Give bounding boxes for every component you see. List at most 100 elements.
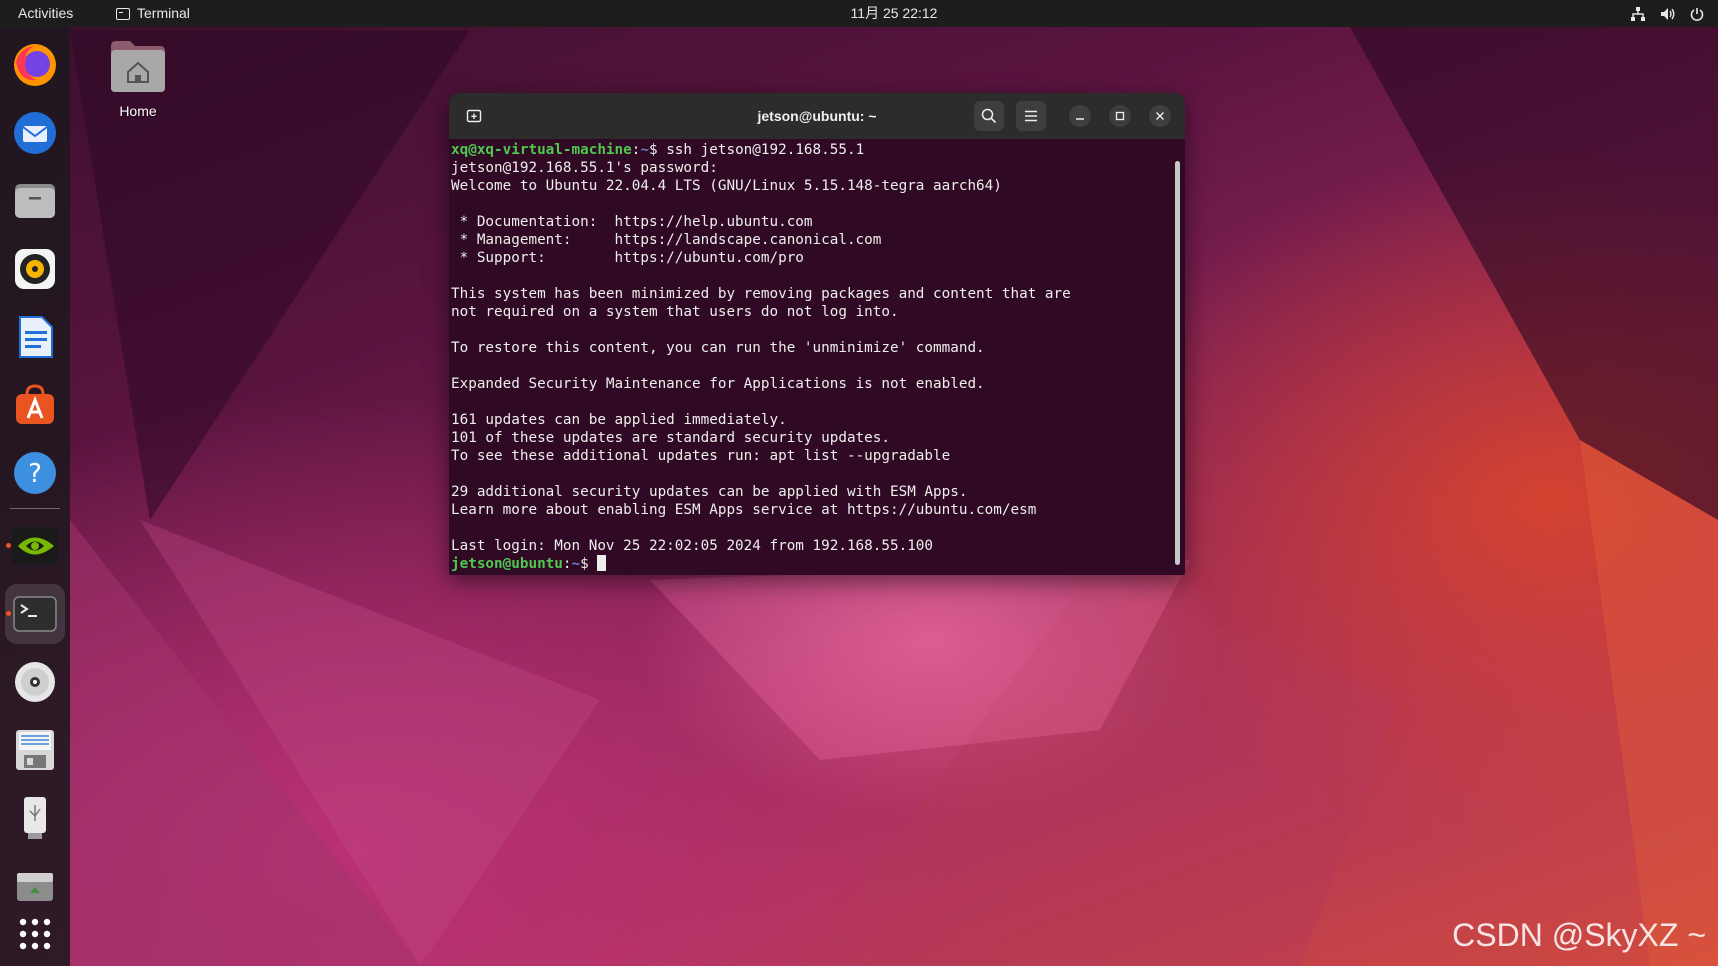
output-text: not required on a system that users do n… [451, 304, 899, 320]
dock: ? [0, 27, 70, 966]
trash-icon [17, 873, 53, 901]
power-icon [1690, 7, 1704, 21]
dock-item-terminal[interactable] [5, 584, 65, 644]
dock-item-show-apps[interactable] [5, 904, 65, 964]
files-icon [15, 184, 55, 218]
home-folder-icon [111, 41, 165, 92]
terminal-line: Last login: Mon Nov 25 22:02:05 2024 fro… [451, 537, 1163, 555]
cd-drive-icon [15, 662, 55, 702]
close-button[interactable] [1149, 105, 1171, 127]
watermark: CSDN @SkyXZ ~ [1452, 917, 1706, 953]
dock-item-app-center[interactable] [5, 375, 65, 435]
maximize-icon [1115, 111, 1125, 121]
terminal-line: jetson@ubuntu:~$ [451, 555, 1163, 571]
clock[interactable]: 11月 25 22:12 [0, 0, 1718, 27]
minimize-icon [1076, 118, 1084, 120]
terminal-line: * Documentation: https://help.ubuntu.com [451, 213, 1163, 231]
output-text: * Support: https://ubuntu.com/pro [451, 250, 804, 266]
libreoffice-writer-icon [19, 316, 53, 358]
desktop: Activities Terminal 11月 25 22:12 ? Home … [0, 0, 1718, 966]
dock-item-floppy[interactable] [5, 720, 65, 780]
output-text: * Documentation: https://help.ubuntu.com [451, 214, 813, 230]
output-text: Learn more about enabling ESM Apps servi… [451, 502, 1037, 518]
minimize-button[interactable] [1069, 105, 1091, 127]
show-apps-icon [19, 918, 51, 950]
hamburger-menu-button[interactable] [1016, 101, 1046, 131]
usb-drive-icon [24, 797, 46, 839]
maximize-button[interactable] [1109, 105, 1131, 127]
dock-item-rhythmbox[interactable] [5, 239, 65, 299]
terminal-titlebar[interactable]: jetson@ubuntu: ~ [449, 93, 1185, 139]
network-icon [1631, 6, 1645, 21]
terminal-line: Learn more about enabling ESM Apps servi… [451, 501, 1163, 519]
help-icon: ? [14, 452, 56, 494]
rhythmbox-icon [15, 249, 55, 289]
desktop-home-folder[interactable]: Home [98, 38, 178, 119]
hamburger-menu-icon [1025, 110, 1037, 122]
output-text: To restore this content, you can run the… [451, 340, 985, 356]
terminal-line: 161 updates can be applied immediately. [451, 411, 1163, 429]
terminal-line: * Management: https://landscape.canonica… [451, 231, 1163, 249]
output-text: This system has been minimized by removi… [451, 286, 1071, 302]
prompt-user: xq@xq-virtual-machine [451, 142, 632, 158]
running-indicator [6, 611, 11, 616]
volume-icon [1661, 7, 1675, 20]
dock-item-files[interactable] [5, 171, 65, 231]
terminal-line: not required on a system that users do n… [451, 303, 1163, 321]
thunderbird-icon [14, 112, 56, 154]
terminal-line: jetson@192.168.55.1's password: [451, 159, 1163, 177]
terminal-line: * Support: https://ubuntu.com/pro [451, 249, 1163, 267]
output-text: 101 of these updates are standard securi… [451, 430, 890, 446]
nvidia-settings-icon [12, 527, 58, 565]
output-text: jetson@192.168.55.1's password: [451, 160, 718, 176]
prompt-user: jetson@ubuntu [451, 556, 563, 571]
close-icon [1156, 112, 1164, 120]
dock-item-help[interactable]: ? [5, 443, 65, 503]
terminal-line: To see these additional updates run: apt… [451, 447, 1163, 465]
dock-separator [10, 508, 60, 509]
dock-item-writer[interactable] [5, 307, 65, 367]
output-text: To see these additional updates run: apt… [451, 448, 951, 464]
floppy-drive-icon [16, 730, 54, 770]
home-folder-label: Home [119, 103, 157, 119]
dock-item-thunderbird[interactable] [5, 103, 65, 163]
terminal-output[interactable]: xq@xq-virtual-machine:~$ ssh jetson@192.… [451, 141, 1163, 571]
dock-item-firefox[interactable] [5, 35, 65, 95]
search-button[interactable] [974, 101, 1004, 131]
prompt-path: ~ [571, 556, 581, 571]
top-bar: Activities Terminal 11月 25 22:12 [0, 0, 1718, 27]
prompt-path: ~ [640, 142, 649, 158]
firefox-icon [14, 44, 56, 86]
terminal-window[interactable]: jetson@ubuntu: ~ xq@xq-virtual-machine:~… [449, 93, 1185, 575]
running-indicator [6, 543, 11, 548]
terminal-line: This system has been minimized by removi… [451, 285, 1163, 303]
output-text: Last login: Mon Nov 25 22:02:05 2024 fro… [451, 538, 934, 554]
output-text: * Management: https://landscape.canonica… [451, 232, 882, 248]
terminal-line: Welcome to Ubuntu 22.04.4 LTS (GNU/Linux… [451, 177, 1163, 195]
output-text: 161 updates can be applied immediately. [451, 412, 787, 428]
system-tray[interactable] [1630, 0, 1704, 27]
dock-item-usb-drive[interactable] [5, 788, 65, 848]
text-cursor [597, 555, 607, 571]
terminal-line: 29 additional security updates can be ap… [451, 483, 1163, 501]
svg-text:?: ? [28, 459, 42, 489]
terminal-line: 101 of these updates are standard securi… [451, 429, 1163, 447]
dock-item-cd-drive[interactable] [5, 652, 65, 712]
terminal-scrollbar[interactable] [1175, 161, 1180, 565]
output-text: 29 additional security updates can be ap… [451, 484, 968, 500]
app-center-icon [16, 384, 54, 424]
dock-item-nvidia[interactable] [5, 516, 65, 576]
output-text: Welcome to Ubuntu 22.04.4 LTS (GNU/Linux… [451, 178, 1002, 194]
search-icon [981, 108, 997, 124]
output-text: Expanded Security Maintenance for Applic… [451, 376, 985, 392]
command-text: ssh jetson@192.168.55.1 [666, 142, 865, 158]
terminal-line: Expanded Security Maintenance for Applic… [451, 375, 1163, 393]
terminal-line: xq@xq-virtual-machine:~$ ssh jetson@192.… [451, 142, 865, 158]
